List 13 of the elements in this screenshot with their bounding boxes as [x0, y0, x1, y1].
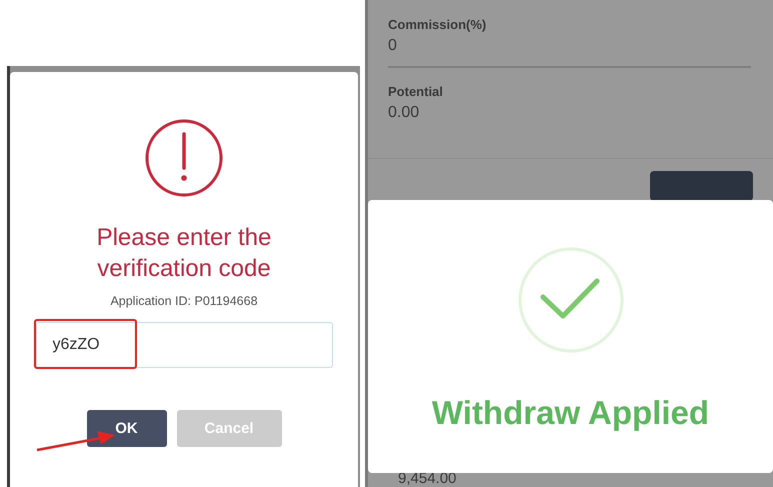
field-value: 0 — [388, 37, 398, 55]
amount-value: 9,454.00 — [397, 472, 458, 487]
dark-button[interactable] — [650, 171, 753, 201]
ok-button[interactable]: OK — [86, 410, 166, 447]
success-message: Withdraw Applied — [432, 394, 710, 432]
dialog-title: Please enter the verification code — [96, 223, 272, 284]
verification-code-field[interactable]: y6zZO — [36, 322, 332, 368]
field-label: Commission(%) — [388, 17, 488, 32]
exclamation-icon — [144, 118, 224, 198]
application-id: Application ID: P01194668 — [110, 294, 258, 308]
field-label: Potential — [388, 84, 444, 99]
checkmark-icon — [516, 246, 624, 354]
field-value: 0.00 — [388, 104, 420, 122]
